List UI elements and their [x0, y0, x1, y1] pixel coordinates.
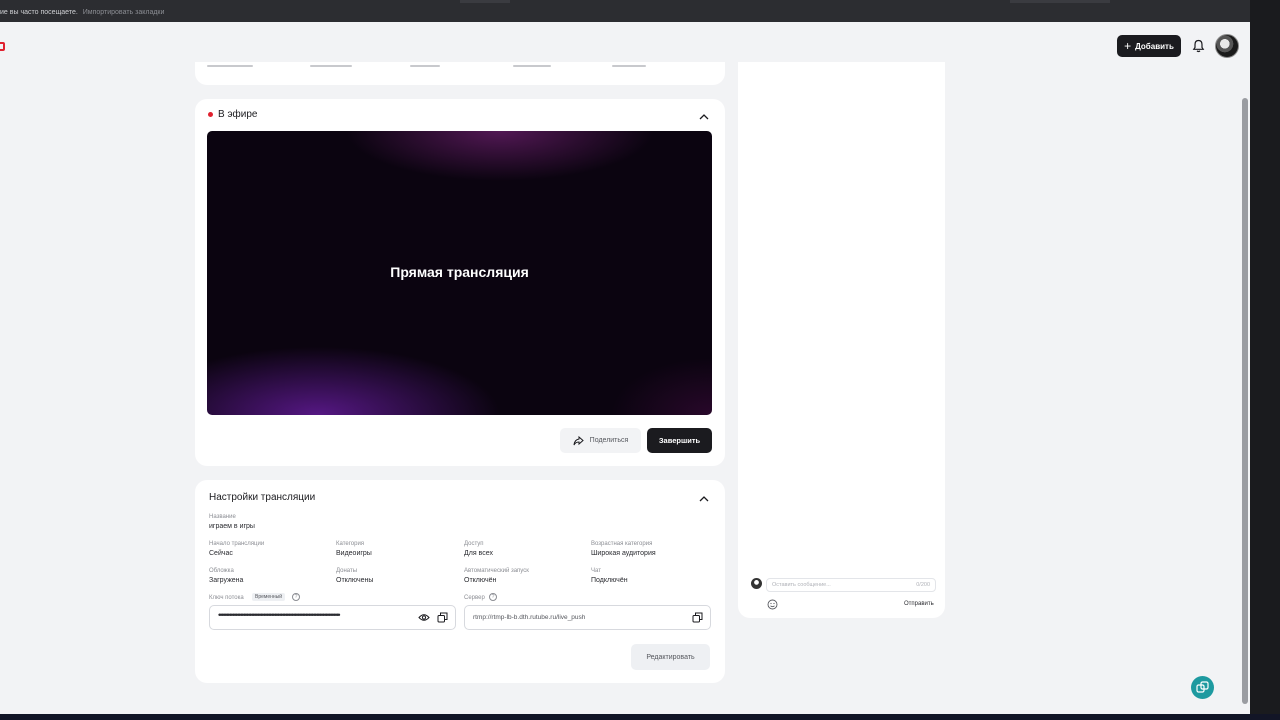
- name-value: играем в игры: [209, 523, 255, 530]
- chat-panel: Оставить сообщение... 0/200 Отправить: [738, 62, 945, 618]
- end-stream-button[interactable]: Завершить: [647, 428, 712, 453]
- window-edge: [1250, 0, 1280, 720]
- scrollbar-thumb[interactable]: [1242, 98, 1248, 704]
- os-taskbar: [0, 714, 1280, 720]
- stream-key-label: Ключ потока: [209, 595, 244, 601]
- chat-user-avatar: [751, 578, 762, 589]
- import-bookmarks-link[interactable]: Импортировать закладки: [83, 9, 165, 16]
- stream-key-value: ••••••••••••••••••••••••••••••••••••••••…: [218, 610, 341, 620]
- cut-off-text: [410, 65, 440, 67]
- donations-value: Отключены: [336, 577, 374, 584]
- cut-off-text: [513, 65, 551, 67]
- start-value: Сейчас: [209, 550, 233, 557]
- category-label: Категория: [336, 541, 365, 547]
- live-heading: В эфире: [208, 109, 258, 120]
- video-player[interactable]: Прямая трансляция: [207, 131, 712, 415]
- age-value: Широкая аудитория: [591, 550, 656, 557]
- support-icon: [1196, 681, 1209, 693]
- server-label: Сервер: [464, 595, 485, 601]
- share-button-label: Поделиться: [589, 437, 629, 444]
- chat-setting-label: Чат: [591, 568, 601, 574]
- live-title: В эфире: [218, 109, 258, 120]
- chat-placeholder: Оставить сообщение...: [772, 582, 831, 588]
- emoji-icon[interactable]: [767, 599, 778, 610]
- autostart-value: Отключён: [464, 577, 497, 584]
- access-label: Доступ: [464, 541, 484, 547]
- cover-label: Обложка: [209, 568, 234, 574]
- cut-off-text: [612, 65, 646, 67]
- browser-tab-strip: [1010, 0, 1110, 3]
- edit-button[interactable]: Редактировать: [631, 644, 710, 670]
- temporary-badge: Временный: [252, 593, 286, 601]
- access-value: Для всех: [464, 550, 493, 557]
- browser-tab-strip: [460, 0, 510, 3]
- cut-off-text: [310, 65, 352, 67]
- live-card: В эфире Прямая трансляция Поделиться Зав…: [195, 99, 725, 466]
- share-icon: [573, 435, 584, 445]
- live-indicator-icon: [208, 112, 213, 117]
- stream-info-card: [195, 62, 725, 85]
- autostart-label: Автоматический запуск: [464, 568, 529, 574]
- donations-label: Донаты: [336, 568, 358, 574]
- server-value: rtmp://rtmp-lb-b.dth.rutube.ru/live_push: [473, 614, 586, 621]
- bell-icon[interactable]: [1192, 39, 1205, 53]
- chevron-up-icon[interactable]: [699, 113, 709, 120]
- age-label: Возрастная категория: [591, 541, 653, 547]
- server-field[interactable]: rtmp://rtmp-lb-b.dth.rutube.ru/live_push: [464, 605, 711, 630]
- category-value: Видеоигры: [336, 550, 372, 557]
- eye-icon[interactable]: [418, 613, 430, 622]
- stream-key-field[interactable]: ••••••••••••••••••••••••••••••••••••••••…: [209, 605, 456, 630]
- chat-setting-value: Подключён: [591, 577, 628, 584]
- copy-icon[interactable]: [437, 612, 448, 623]
- copy-icon[interactable]: [692, 612, 703, 623]
- add-button-label: Добавить: [1135, 41, 1174, 51]
- cut-off-text: [207, 65, 253, 67]
- studio-page: + Добавить В эфире Прямая трансляция Под…: [0, 22, 1240, 714]
- add-button[interactable]: + Добавить: [1117, 35, 1181, 57]
- chevron-up-icon[interactable]: [699, 495, 709, 502]
- browser-bookmarks-bar: ие вы часто посещаете. Импортировать зак…: [0, 0, 1280, 22]
- support-chat-button[interactable]: [1191, 676, 1214, 699]
- stream-settings-card: Настройки трансляции Название играем в и…: [195, 480, 725, 683]
- send-button[interactable]: Отправить: [904, 601, 934, 607]
- chat-message-input[interactable]: Оставить сообщение... 0/200: [766, 578, 936, 592]
- help-icon[interactable]: ?: [489, 593, 497, 601]
- plus-icon: +: [1124, 39, 1132, 53]
- end-stream-label: Завершить: [658, 436, 701, 445]
- help-icon[interactable]: ?: [292, 593, 300, 601]
- share-button[interactable]: Поделиться: [560, 428, 641, 453]
- chat-char-counter: 0/200: [916, 582, 930, 588]
- rutube-logo[interactable]: [0, 42, 5, 51]
- settings-title: Настройки трансляции: [209, 492, 316, 503]
- bookmarks-hint: ие вы часто посещаете. Импортировать зак…: [0, 9, 164, 16]
- user-avatar[interactable]: [1215, 34, 1239, 58]
- edit-button-label: Редактировать: [646, 653, 695, 661]
- player-label: Прямая трансляция: [390, 264, 529, 280]
- cover-value: Загружена: [209, 577, 244, 584]
- name-label: Название: [209, 514, 236, 520]
- bookmarks-hint-text: ие вы часто посещаете.: [0, 9, 78, 16]
- start-label: Начало трансляции: [209, 541, 265, 547]
